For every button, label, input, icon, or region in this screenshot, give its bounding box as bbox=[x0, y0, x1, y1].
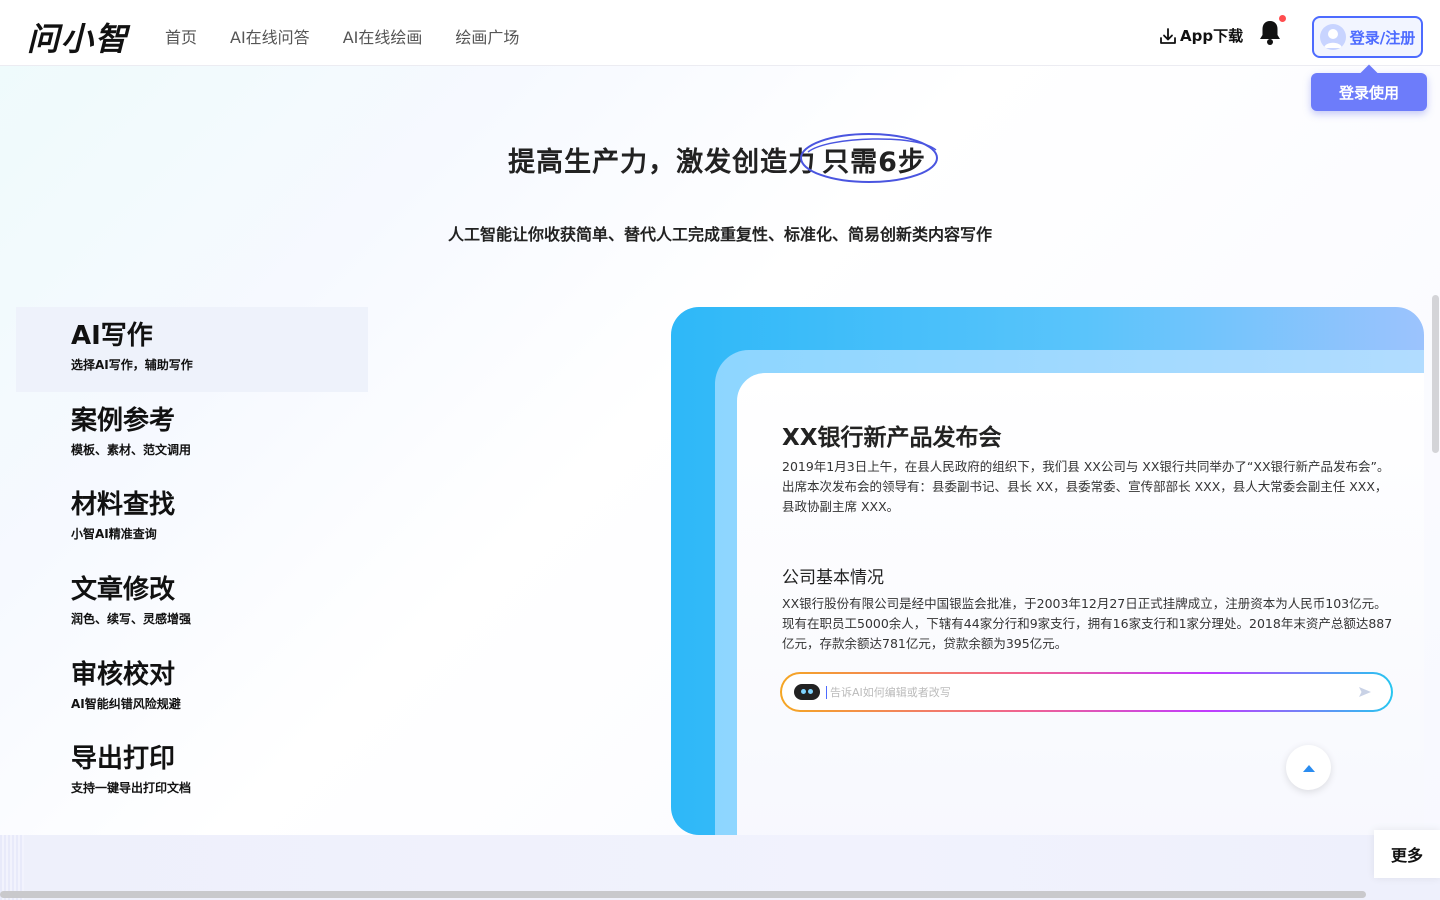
feature-title: 案例参考 bbox=[71, 405, 176, 436]
ai-prompt-input[interactable] bbox=[826, 685, 1357, 699]
download-icon bbox=[1160, 27, 1176, 44]
feature-desc: 模板、素材、范文调用 bbox=[71, 442, 192, 457]
horizontal-scrollbar[interactable] bbox=[0, 891, 1366, 898]
hero-title-main: 提高生产力，激发创造力 bbox=[508, 147, 817, 178]
user-icon bbox=[1323, 29, 1342, 48]
avatar bbox=[1319, 24, 1346, 50]
feature-desc: 润色、续写、灵感增强 bbox=[71, 612, 192, 627]
login-tooltip-button[interactable]: 登录使用 bbox=[1311, 73, 1427, 111]
feature-desc: 小智AI精准查询 bbox=[71, 527, 157, 542]
feature-title: 审核校对 bbox=[71, 659, 176, 690]
document-card: XX银行新产品发布会 2019年1月3日上午，在县人民政府的组织下，我们县 XX… bbox=[737, 373, 1424, 835]
login-register-button[interactable]: 登录/注册 bbox=[1312, 16, 1423, 58]
hero-title: 提高生产力，激发创造力 只需6步 bbox=[0, 133, 1440, 183]
caret-up-icon bbox=[1302, 764, 1315, 772]
document-title: XX银行新产品发布会 bbox=[782, 425, 1002, 451]
nav-item-home[interactable]: 首页 bbox=[165, 24, 197, 48]
ai-prompt-inner bbox=[782, 674, 1391, 710]
nav-item-ai-drawing[interactable]: AI在线绘画 bbox=[343, 24, 423, 48]
circle-scribble-icon bbox=[800, 133, 939, 183]
showcase-panel: XX银行新产品发布会 2019年1月3日上午，在县人民政府的组织下，我们县 XX… bbox=[671, 307, 1424, 835]
send-icon[interactable] bbox=[1357, 684, 1373, 700]
nav-item-ai-qa[interactable]: AI在线问答 bbox=[230, 24, 310, 48]
feature-title: 材料查找 bbox=[71, 490, 176, 521]
robot-icon bbox=[794, 684, 820, 700]
bell-icon[interactable] bbox=[1257, 18, 1283, 46]
hero-title-highlight-wrap: 只需6步 bbox=[800, 133, 939, 183]
nav-item-drawing-square[interactable]: 绘画广场 bbox=[455, 24, 519, 48]
login-register-label: 登录/注册 bbox=[1349, 28, 1416, 47]
more-button[interactable]: 更多 bbox=[1374, 830, 1440, 878]
document-paragraph-2: XX银行股份有限公司是经中国银监会批准，于2003年12月27日正式挂牌成立，注… bbox=[782, 596, 1393, 651]
feature-list: AI写作 选择AI写作，辅助写作 案例参考 模板、素材、范文调用 材料查找 小智… bbox=[16, 307, 368, 815]
hero-subtitle: 人工智能让你收获简单、替代人工完成重复性、标准化、简易创新类内容写作 bbox=[447, 225, 992, 244]
feature-item-review-proofread[interactable]: 审核校对 AI智能纠错风险规避 bbox=[16, 646, 368, 731]
vertical-scrollbar[interactable] bbox=[1432, 295, 1439, 453]
feature-item-case-reference[interactable]: 案例参考 模板、素材、范文调用 bbox=[16, 392, 368, 477]
top-header: 问小智 首页 AI在线问答 AI在线绘画 绘画广场 App下载 登录/注册 bbox=[0, 0, 1440, 66]
feature-item-ai-writing[interactable]: AI写作 选择AI写作，辅助写作 bbox=[16, 307, 368, 392]
feature-title: AI写作 bbox=[71, 321, 153, 351]
app-download-label: App下载 bbox=[1180, 27, 1244, 45]
feature-title: 文章修改 bbox=[71, 575, 176, 606]
document-section-title: 公司基本情况 bbox=[782, 568, 884, 588]
main-nav: 首页 AI在线问答 AI在线绘画 绘画广场 bbox=[165, 24, 519, 48]
feature-desc: 选择AI写作，辅助写作 bbox=[71, 358, 193, 372]
notification-dot bbox=[1279, 15, 1286, 22]
feature-item-material-search[interactable]: 材料查找 小智AI精准查询 bbox=[16, 476, 368, 561]
scroll-top-button[interactable] bbox=[1286, 745, 1331, 790]
ai-prompt-box bbox=[780, 672, 1393, 712]
app-download-link[interactable]: App下载 bbox=[1158, 25, 1243, 46]
feature-desc: 支持一键导出打印文档 bbox=[71, 781, 192, 796]
feature-desc: AI智能纠错风险规避 bbox=[71, 696, 181, 711]
logo[interactable]: 问小智 bbox=[27, 14, 129, 60]
feature-title: 导出打印 bbox=[71, 744, 176, 775]
document-paragraph-1: 2019年1月3日上午，在县人民政府的组织下，我们县 XX公司与 XX银行共同举… bbox=[782, 459, 1390, 514]
feature-item-export-print[interactable]: 导出打印 支持一键导出打印文档 bbox=[16, 730, 368, 815]
feature-item-article-edit[interactable]: 文章修改 润色、续写、灵感增强 bbox=[16, 561, 368, 646]
